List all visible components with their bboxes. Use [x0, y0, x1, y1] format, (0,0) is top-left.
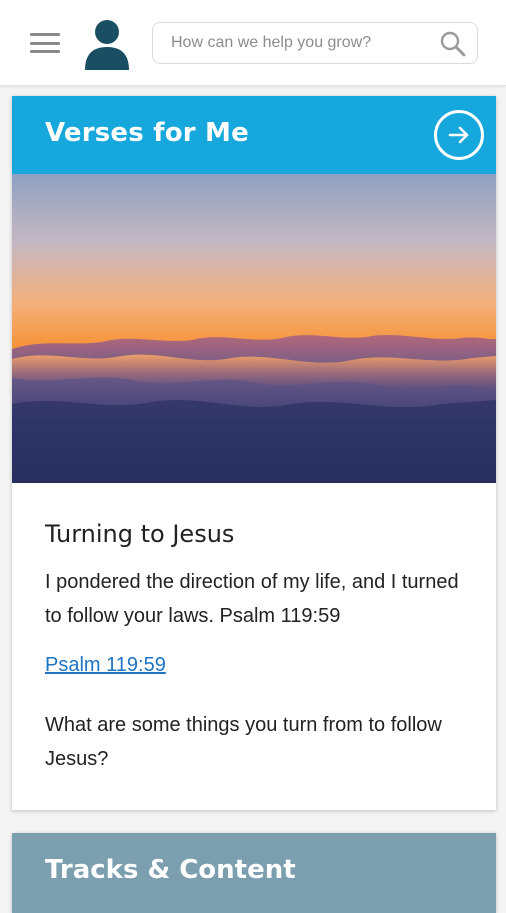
user-avatar-icon[interactable]: [83, 18, 131, 70]
verse-text: I pondered the direction of my life, and…: [45, 571, 459, 627]
search-icon[interactable]: [439, 30, 467, 58]
hamburger-menu-icon[interactable]: [30, 30, 60, 56]
tracks-content-title: Tracks & Content: [45, 855, 296, 885]
reflection-question: What are some things you turn from to fo…: [45, 714, 442, 770]
verse-reference-link[interactable]: Psalm 119:59: [45, 654, 166, 677]
verses-card-title: Verses for Me: [45, 118, 249, 148]
verses-card-header: Verses for Me: [12, 96, 496, 174]
verses-card: Verses for Me Turning to Jesus I pondere…: [12, 96, 496, 810]
top-bar: [0, 0, 506, 86]
search-box: [152, 22, 478, 64]
sunset-clouds-image: [12, 174, 496, 483]
verse-title: Turning to Jesus: [45, 520, 235, 548]
arrow-right-circle-icon[interactable]: [434, 110, 484, 160]
tracks-content-card[interactable]: Tracks & Content: [12, 833, 496, 913]
search-input[interactable]: [153, 23, 433, 63]
